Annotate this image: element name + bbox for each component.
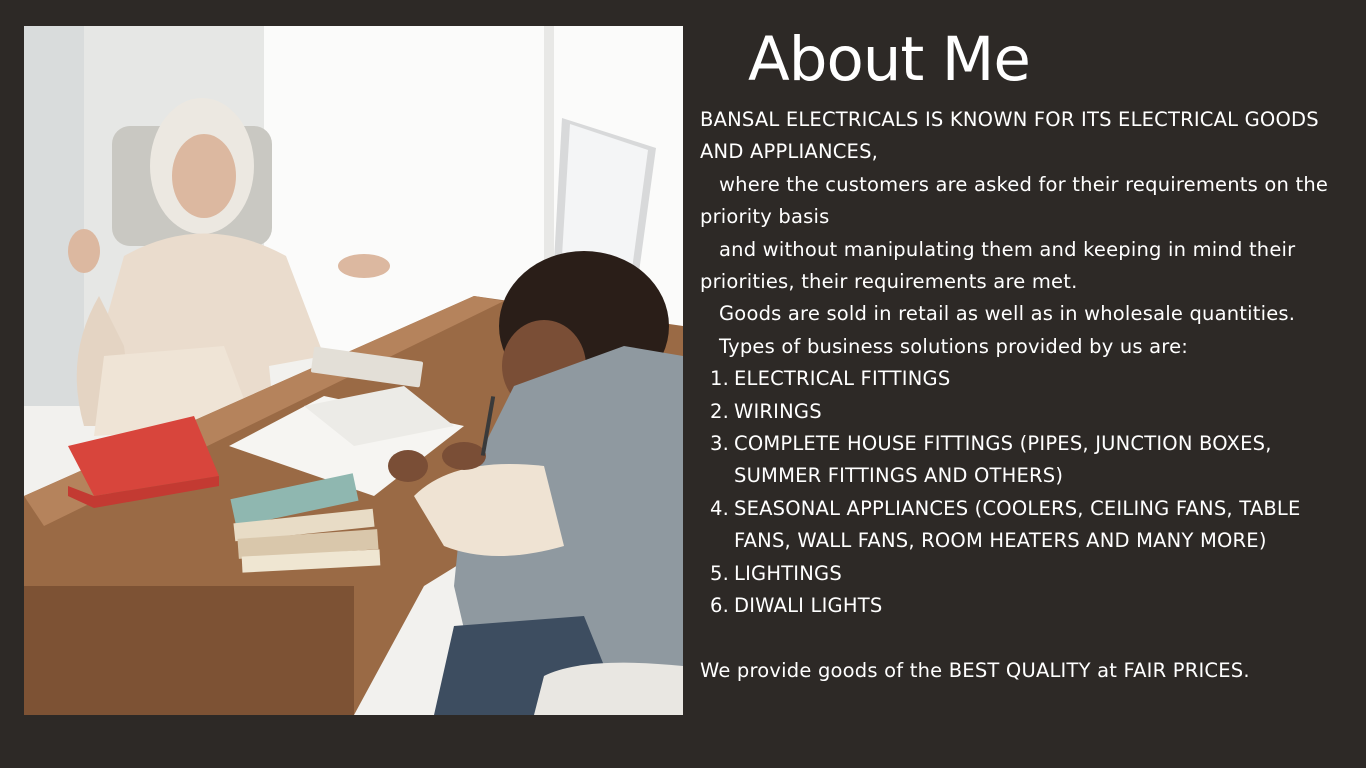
list-item: 1. ELECTRICAL FITTINGS xyxy=(700,363,1362,395)
list-number: 1. xyxy=(710,367,730,391)
paragraph-retail-wholesale: Goods are sold in retail as well as in w… xyxy=(719,302,1296,326)
paragraph-priorities: and without manipulating them and keepin… xyxy=(700,237,1296,294)
list-item-label: LIGHTINGS xyxy=(734,561,842,585)
paragraph-requirements: where the customers are asked for their … xyxy=(700,172,1329,229)
about-text: BANSAL ELECTRICALS IS KNOWN FOR ITS ELEC… xyxy=(700,104,1362,687)
office-meeting-photo xyxy=(24,26,683,715)
list-number: 4. xyxy=(710,496,730,520)
list-number: 6. xyxy=(710,594,730,618)
list-item-label: ELECTRICAL FITTINGS xyxy=(734,367,951,391)
paragraph-solutions-intro: Types of business solutions provided by … xyxy=(719,334,1189,358)
intro-line: BANSAL ELECTRICALS IS KNOWN FOR ITS ELEC… xyxy=(700,108,1319,164)
list-item: 2. WIRINGS xyxy=(700,396,1362,428)
page-title: About Me xyxy=(748,24,1031,95)
list-item-label: SEASONAL APPLIANCES (COOLERS, CEILING FA… xyxy=(734,496,1301,553)
list-item: 6. DIWALI LIGHTS xyxy=(700,590,1362,622)
list-number: 2. xyxy=(710,399,730,423)
list-number: 3. xyxy=(710,432,730,456)
services-list: 1. ELECTRICAL FITTINGS 2. WIRINGS 3. COMPLE… xyxy=(700,363,1362,622)
list-item: 4. SEASONAL APPLIANCES (COOLERS, CEILING … xyxy=(700,493,1362,558)
list-item: 3. COMPLETE HOUSE FITTINGS (PIPES, JUNCTI… xyxy=(700,428,1362,493)
list-item-label: WIRINGS xyxy=(734,399,822,423)
list-number: 5. xyxy=(710,561,730,585)
list-item-label: DIWALI LIGHTS xyxy=(734,594,883,618)
list-item: 5. LIGHTINGS xyxy=(700,558,1362,590)
closing-statement: We provide goods of the BEST QUALITY at … xyxy=(700,658,1250,682)
list-item-label: COMPLETE HOUSE FITTINGS (PIPES, JUNCTION… xyxy=(734,432,1272,488)
